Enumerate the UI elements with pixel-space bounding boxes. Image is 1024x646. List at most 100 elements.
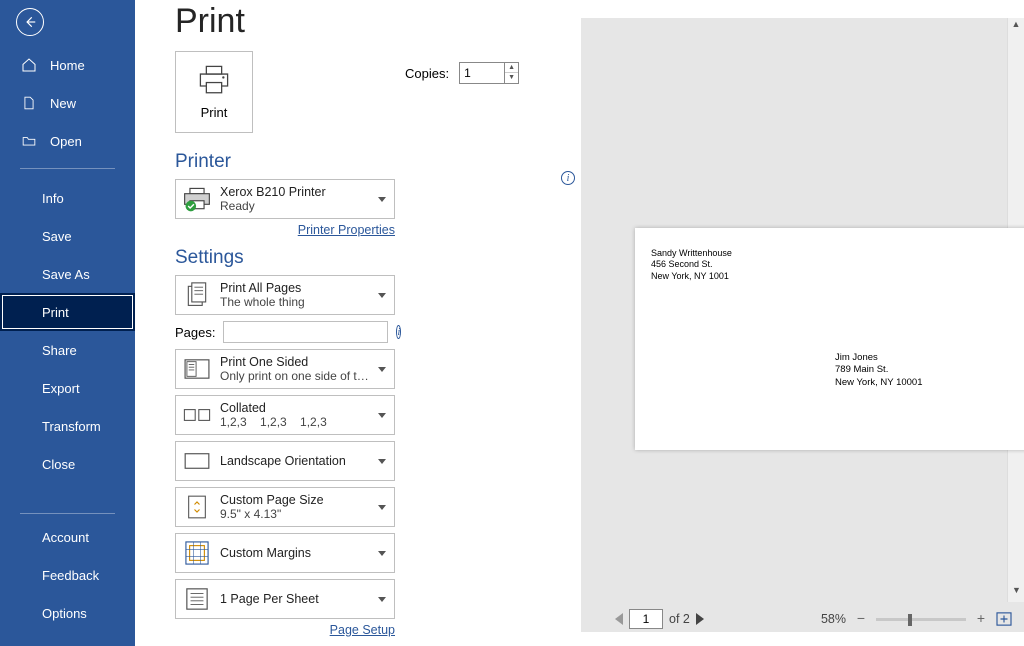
print-scope-select[interactable]: Print All Pages The whole thing: [175, 275, 395, 315]
collate-title: Collated: [220, 401, 374, 415]
sides-sub: Only print on one side of the...: [220, 369, 374, 383]
scope-title: Print All Pages: [220, 281, 374, 295]
chevron-down-icon: [378, 293, 386, 298]
sidebar-item-label: Share: [42, 343, 77, 358]
chevron-down-icon: [378, 459, 386, 464]
pagesize-select[interactable]: Custom Page Size 9.5" x 4.13": [175, 487, 395, 527]
chevron-down-icon: [378, 551, 386, 556]
sidebar-item-label: Open: [50, 134, 82, 149]
envelope-recipient: Jim Jones 789 Main St. New York, NY 1000…: [835, 352, 923, 389]
pagesize-icon: [182, 492, 212, 522]
zoom-thumb[interactable]: [908, 614, 912, 626]
pagespersheet-select[interactable]: 1 Page Per Sheet: [175, 579, 395, 619]
home-icon: [20, 56, 38, 74]
sidebar-item-feedback[interactable]: Feedback: [0, 556, 135, 594]
sidebar-item-new[interactable]: New: [0, 84, 135, 122]
new-doc-icon: [20, 94, 38, 112]
sidebar-item-label: Account: [42, 530, 89, 545]
zoom-value: 58%: [821, 612, 846, 626]
landscape-icon: [182, 446, 212, 476]
collate-icon: [182, 400, 212, 430]
margins-title: Custom Margins: [220, 538, 374, 568]
scroll-down-button[interactable]: ▼: [1009, 585, 1024, 600]
orientation-select[interactable]: Landscape Orientation: [175, 441, 395, 481]
copies-input[interactable]: [459, 62, 505, 84]
printer-status: Ready: [220, 199, 374, 213]
sidebar-item-label: Save As: [42, 267, 90, 282]
back-button[interactable]: [16, 8, 44, 36]
arrow-left-icon: [23, 15, 37, 29]
collate-sub: 1,2,3 1,2,3 1,2,3: [220, 415, 374, 429]
margins-select[interactable]: Custom Margins: [175, 533, 395, 573]
sidebar-item-transform[interactable]: Transform: [0, 407, 135, 445]
sidebar-item-label: Info: [42, 191, 64, 206]
fit-to-window-button[interactable]: [996, 612, 1012, 626]
print-button-label: Print: [201, 105, 228, 120]
scroll-up-button[interactable]: ▲: [1009, 19, 1024, 34]
copies-stepper[interactable]: ▲ ▼: [459, 62, 519, 84]
copies-down[interactable]: ▼: [505, 73, 518, 83]
pages-icon: [182, 280, 212, 310]
sidebar-item-label: New: [50, 96, 76, 111]
sidebar-item-open[interactable]: Open: [0, 122, 135, 160]
sides-title: Print One Sided: [220, 355, 374, 369]
sidebar-item-info[interactable]: Info: [0, 179, 135, 217]
printer-select[interactable]: Xerox B210 Printer Ready: [175, 179, 395, 219]
sidebar-item-label: Home: [50, 58, 85, 73]
print-preview: ▲ ▼ Sandy Writtenhouse 456 Second St. Ne…: [581, 18, 1024, 632]
zoom-out-button[interactable]: −: [854, 612, 868, 626]
chevron-down-icon: [378, 413, 386, 418]
sidebar-item-save[interactable]: Save: [0, 217, 135, 255]
sidebar-separator: [20, 513, 115, 514]
folder-open-icon: [20, 132, 38, 150]
zoom-slider[interactable]: [876, 618, 966, 621]
pagespersheet-icon: [182, 584, 212, 614]
printer-name: Xerox B210 Printer: [220, 185, 374, 199]
printer-properties-link[interactable]: Printer Properties: [175, 223, 395, 237]
preview-prev-page[interactable]: [615, 613, 623, 625]
sidebar-item-saveas[interactable]: Save As: [0, 255, 135, 293]
size-title: Custom Page Size: [220, 493, 374, 507]
copies-label: Copies:: [405, 66, 449, 81]
printer-info-icon[interactable]: i: [561, 171, 575, 185]
sidebar-item-label: Options: [42, 606, 87, 621]
sidebar-item-label: Save: [42, 229, 72, 244]
sidebar-item-home[interactable]: Home: [0, 46, 135, 84]
copies-up[interactable]: ▲: [505, 63, 518, 73]
sidebar-item-account[interactable]: Account: [0, 518, 135, 556]
preview-page-of: of 2: [669, 612, 690, 626]
chevron-down-icon: [378, 197, 386, 202]
sidebar-item-close[interactable]: Close: [0, 445, 135, 483]
print-button[interactable]: Print: [175, 51, 253, 133]
sidebar-item-share[interactable]: Share: [0, 331, 135, 369]
sides-select[interactable]: Print One Sided Only print on one side o…: [175, 349, 395, 389]
printer-icon: [197, 65, 231, 95]
page-setup-link[interactable]: Page Setup: [175, 623, 395, 637]
chevron-down-icon: [378, 597, 386, 602]
collate-select[interactable]: Collated 1,2,3 1,2,3 1,2,3: [175, 395, 395, 435]
sidebar-separator: [20, 168, 115, 169]
sidebar-item-print[interactable]: Print: [0, 293, 135, 331]
preview-next-page[interactable]: [696, 613, 704, 625]
preview-page-input[interactable]: [629, 609, 663, 629]
sidebar-item-label: Transform: [42, 419, 101, 434]
size-sub: 9.5" x 4.13": [220, 507, 374, 521]
sheet-title: 1 Page Per Sheet: [220, 584, 374, 614]
printer-status-icon: [182, 184, 212, 214]
envelope-sender: Sandy Writtenhouse 456 Second St. New Yo…: [651, 248, 732, 282]
chevron-down-icon: [378, 367, 386, 372]
sidebar-item-label: Export: [42, 381, 80, 396]
pages-label: Pages:: [175, 325, 215, 340]
zoom-in-button[interactable]: +: [974, 612, 988, 626]
sidebar-item-options[interactable]: Options: [0, 594, 135, 632]
pages-input[interactable]: [223, 321, 388, 343]
pages-info-icon[interactable]: i: [396, 325, 401, 339]
scope-sub: The whole thing: [220, 295, 374, 309]
sidebar-item-label: Close: [42, 457, 75, 472]
sidebar-item-export[interactable]: Export: [0, 369, 135, 407]
margins-icon: [182, 538, 212, 568]
orient-title: Landscape Orientation: [220, 446, 374, 476]
preview-page: Sandy Writtenhouse 456 Second St. New Yo…: [635, 228, 1024, 450]
sidebar-item-label: Print: [42, 305, 69, 320]
chevron-down-icon: [378, 505, 386, 510]
